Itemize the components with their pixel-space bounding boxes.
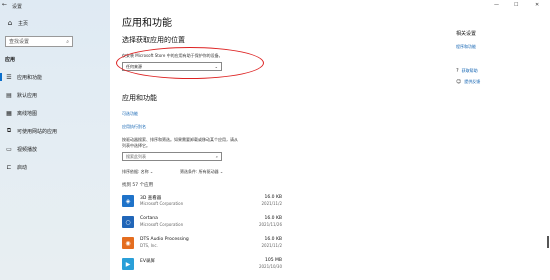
sidebar-section-label: 应用 xyxy=(5,57,16,63)
app-date: 2021/11/26 xyxy=(258,222,282,227)
scrollbar[interactable] xyxy=(547,236,549,248)
website-apps-icon: ⧉ xyxy=(6,127,12,134)
settings-search-placeholder: 查找设置 xyxy=(9,39,30,45)
list-item[interactable]: ▶ EV录屏 105 MB 2021/10/30 xyxy=(122,258,282,278)
app-size: 16.0 KB xyxy=(264,216,283,221)
app-list-search-input[interactable]: 搜索此列表 ⌕ xyxy=(122,152,222,161)
sidebar-item-label: 离线地图 xyxy=(17,110,38,117)
sidebar-home[interactable]: ⌂ 主页 xyxy=(6,19,28,27)
choose-location-title: 选择获取应用的位置 xyxy=(122,36,185,44)
programs-features-link[interactable]: 程序和功能 xyxy=(456,44,476,50)
app-name: Cortana xyxy=(140,216,158,221)
app-date: 2021/10/30 xyxy=(258,264,282,269)
settings-search-input[interactable]: 查找设置 ⌕ xyxy=(5,36,73,47)
found-count: 找到 57 个应用 xyxy=(122,183,154,188)
app-size: 16.0 KB xyxy=(264,237,283,242)
get-help-link[interactable]: ? 获取帮助 xyxy=(456,68,478,74)
list-item[interactable]: ○ Cortana Microsoft Corporation 16.0 KB … xyxy=(122,216,282,236)
sidebar-item-label: 启动 xyxy=(17,164,28,171)
feedback-label: 提供反馈 xyxy=(464,79,481,84)
app-size: 105 MB xyxy=(265,258,282,263)
page-title: 应用和功能 xyxy=(122,18,172,29)
app-publisher: Microsoft Corporation xyxy=(140,222,184,227)
sidebar: ← 设置 ⌂ 主页 查找设置 ⌕ 应用 ☰ 应用和功能 ▤ 默认应用 ▦ 离线地… xyxy=(0,0,110,280)
sort-by-label: 排序依据: 名称 xyxy=(122,169,149,174)
window-title: 设置 xyxy=(12,4,23,10)
video-icon: ▭ xyxy=(6,145,12,153)
help-icon: ? xyxy=(456,68,459,74)
app-date: 2021/11/2 xyxy=(261,201,282,206)
back-arrow-icon[interactable]: ← xyxy=(2,1,7,8)
sort-by-dropdown[interactable]: 排序依据: 名称 ⌄ xyxy=(122,169,153,175)
maximize-button[interactable]: ☐ xyxy=(514,2,518,8)
sidebar-item-label: 视频播放 xyxy=(17,146,38,153)
sidebar-item-website-apps[interactable]: ⧉ 可使用网站的应用 xyxy=(0,124,110,138)
list-item[interactable]: ◉ DTS Audio Processing DTS, Inc. 16.0 KB… xyxy=(122,237,282,257)
sidebar-item-offline-maps[interactable]: ▦ 离线地图 xyxy=(0,106,110,120)
apps-features-title: 应用和功能 xyxy=(122,94,157,102)
app-execution-alias-link[interactable]: 应用执行别名 xyxy=(122,124,146,130)
close-button[interactable]: ✕ xyxy=(535,2,539,8)
related-settings-title: 相关设置 xyxy=(456,31,477,37)
app-size: 16.0 KB xyxy=(264,195,283,200)
sidebar-item-apps-features[interactable]: ☰ 应用和功能 xyxy=(0,70,110,84)
home-icon: ⌂ xyxy=(7,19,13,27)
app-publisher: DTS, Inc. xyxy=(140,243,158,248)
app-list-icon: ☰ xyxy=(6,73,12,81)
dts-audio-icon: ◉ xyxy=(122,237,134,249)
app-list-search-placeholder: 搜索此列表 xyxy=(126,153,146,159)
minimize-button[interactable]: — xyxy=(494,2,499,8)
map-icon: ▦ xyxy=(6,109,12,117)
search-icon: ⌕ xyxy=(215,154,218,159)
red-highlight-ellipse xyxy=(116,47,264,79)
get-help-label: 获取帮助 xyxy=(461,68,478,73)
sidebar-item-label: 可使用网站的应用 xyxy=(17,128,58,135)
main-content: — ☐ ✕ 应用和功能 选择获取应用的位置 仅安装 Microsoft Stor… xyxy=(110,0,550,280)
sidebar-item-label: 应用和功能 xyxy=(17,74,43,81)
sidebar-home-label: 主页 xyxy=(18,20,29,27)
filter-dropdown[interactable]: 筛选条件: 所有驱动器 ⌄ xyxy=(180,169,223,175)
cortana-icon: ○ xyxy=(122,216,134,228)
ev-recorder-icon: ▶ xyxy=(122,258,134,270)
app-publisher: Microsoft Corporation xyxy=(140,201,184,206)
feedback-link[interactable]: ☺ 提供反馈 xyxy=(456,79,480,85)
app-date: 2021/11/2 xyxy=(261,243,282,248)
app-name: DTS Audio Processing xyxy=(140,237,189,242)
list-item[interactable]: ◈ 3D 查看器 Microsoft Corporation 16.0 KB 2… xyxy=(122,195,282,215)
filter-label: 筛选条件: 所有驱动器 xyxy=(180,169,219,174)
default-apps-icon: ▤ xyxy=(6,91,12,99)
search-desc-line2: 列表中选择它。 xyxy=(122,143,150,148)
3d-viewer-icon: ◈ xyxy=(122,195,134,207)
chevron-down-icon: ⌄ xyxy=(149,169,154,174)
optional-features-link[interactable]: 可选功能 xyxy=(122,111,138,117)
chevron-down-icon: ⌄ xyxy=(219,169,224,174)
sidebar-item-default-apps[interactable]: ▤ 默认应用 xyxy=(0,88,110,102)
sidebar-item-startup[interactable]: ⊏ 启动 xyxy=(0,160,110,174)
startup-icon: ⊏ xyxy=(6,163,12,171)
sidebar-item-label: 默认应用 xyxy=(17,92,38,99)
feedback-icon: ☺ xyxy=(456,79,462,85)
sidebar-item-video-playback[interactable]: ▭ 视频播放 xyxy=(0,142,110,156)
app-name: EV录屏 xyxy=(140,259,155,264)
search-icon: ⌕ xyxy=(66,38,69,45)
